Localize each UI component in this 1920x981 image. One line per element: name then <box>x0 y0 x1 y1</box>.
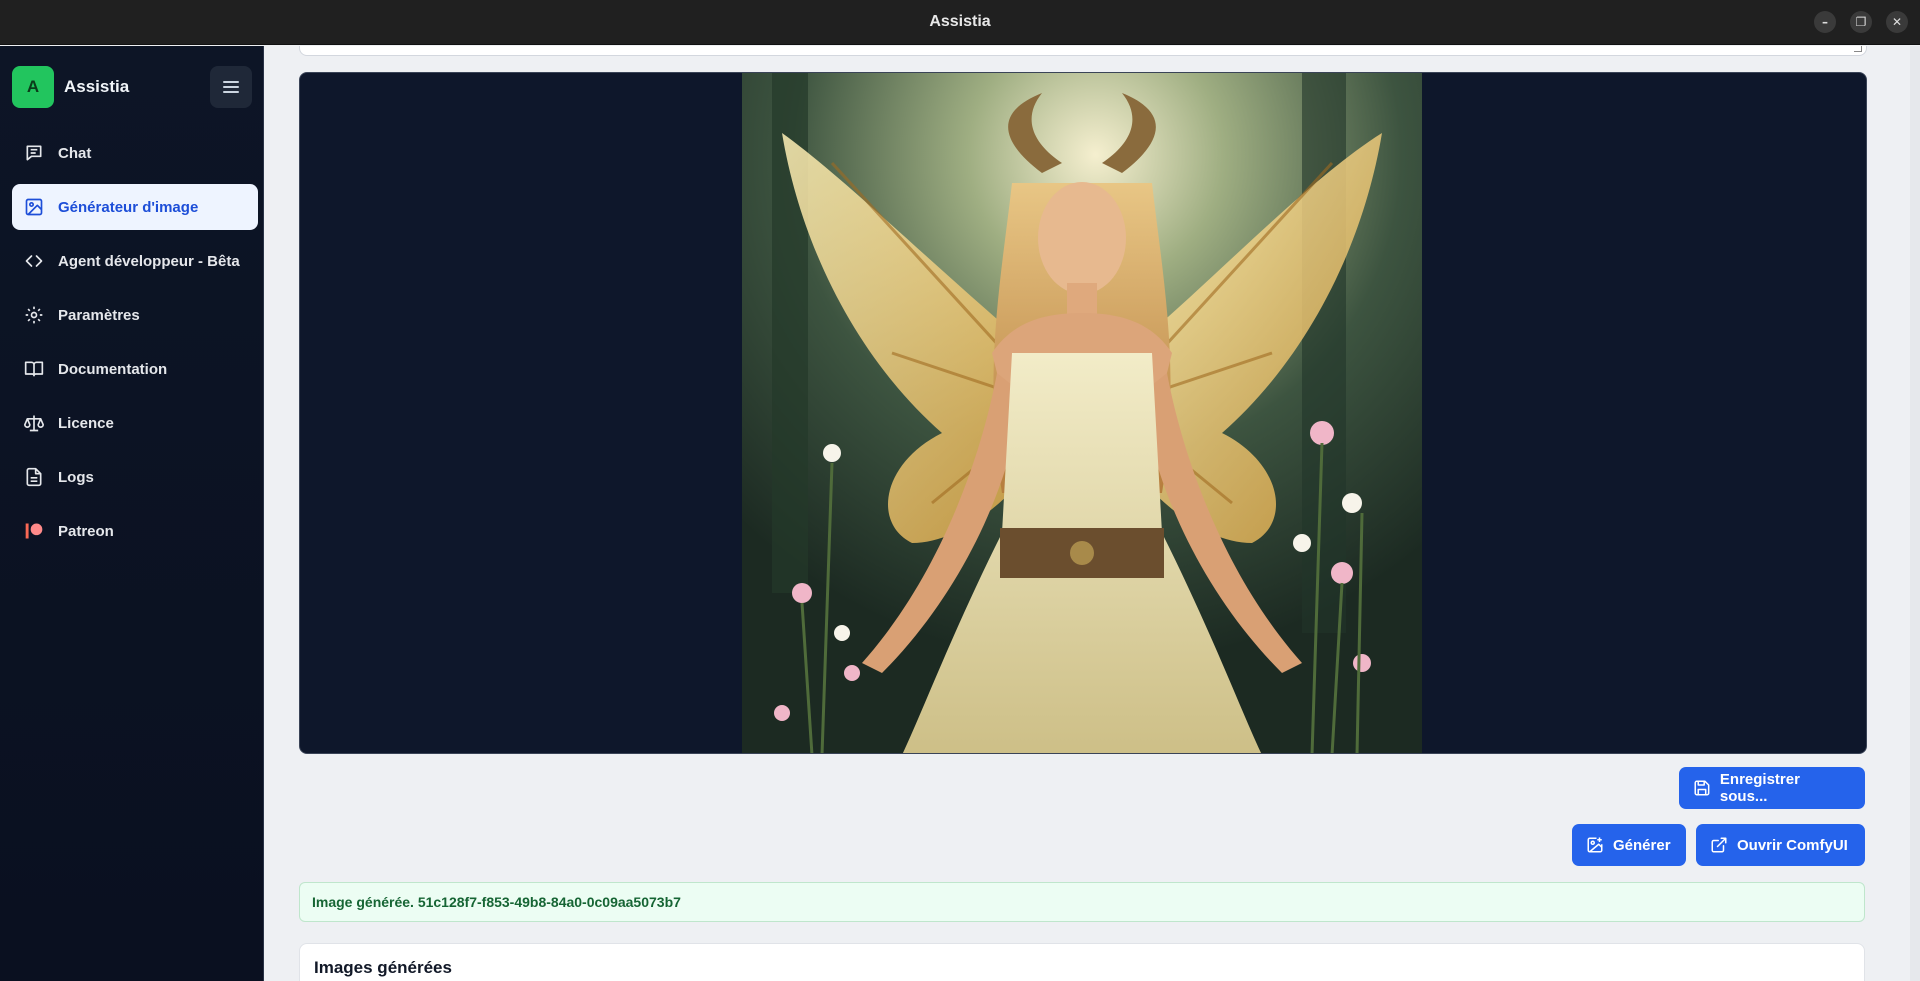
image-icon <box>25 198 43 216</box>
gear-icon <box>25 306 43 324</box>
sidebar-item-label: Documentation <box>58 360 168 378</box>
minimize-button[interactable]: – <box>1814 11 1836 33</box>
open-comfyui-button[interactable]: Ouvrir ComfyUI <box>1696 824 1865 866</box>
main-scrollbar[interactable] <box>1910 46 1920 981</box>
sidebar-item-label: Logs <box>58 468 94 486</box>
image-plus-icon <box>1587 837 1603 853</box>
sidebar-item-label: Chat <box>58 144 92 162</box>
sidebar-item-label: Agent développeur - Bêta <box>58 252 240 270</box>
close-button[interactable]: ✕ <box>1886 11 1908 33</box>
sidebar-item-logs[interactable]: Logs <box>12 454 258 500</box>
window-title: Assistia <box>929 13 991 30</box>
brand[interactable]: A Assistia <box>12 66 129 108</box>
sidebar-item-dev-agent[interactable]: Agent développeur - Bêta <box>12 238 258 284</box>
save-as-button[interactable]: Enregistrer sous... <box>1679 767 1865 809</box>
generate-button[interactable]: Générer <box>1572 824 1686 866</box>
sidebar-item-patreon[interactable]: Patreon <box>12 508 258 554</box>
sidebar-item-label: Paramètres <box>58 306 140 324</box>
book-icon <box>24 361 44 377</box>
window-titlebar: Assistia – ❐ ✕ <box>0 0 1920 45</box>
generated-image <box>742 73 1422 753</box>
patreon-icon <box>25 523 43 539</box>
sidebar: A Assistia Chat Générateur d'image Agent… <box>0 46 264 981</box>
gallery-title: Images générées <box>314 958 452 977</box>
status-text: Image générée. 51c128f7-f853-49b8-84a0-0… <box>312 894 681 910</box>
window-controls: – ❐ ✕ <box>1814 11 1908 33</box>
image-preview <box>299 72 1867 754</box>
sidebar-item-settings[interactable]: Paramètres <box>12 292 258 338</box>
sidebar-item-label: Générateur d'image <box>58 198 199 216</box>
brand-name: Assistia <box>64 77 130 96</box>
prompt-textarea[interactable] <box>299 46 1867 56</box>
sidebar-item-chat[interactable]: Chat <box>12 130 258 176</box>
save-as-label: Enregistrer sous... <box>1719 771 1800 805</box>
sidebar-item-documentation[interactable]: Documentation <box>12 346 258 392</box>
sidebar-nav: Chat Générateur d'image Agent développeu… <box>12 130 258 562</box>
code-icon <box>25 255 43 267</box>
file-text-icon <box>26 467 42 487</box>
open-comfyui-label: Ouvrir ComfyUI <box>1737 836 1848 854</box>
main-content: Enregistrer sous... Générer Ouvrir Comfy… <box>265 46 1920 981</box>
chat-icon <box>26 145 42 161</box>
menu-toggle-button[interactable] <box>210 66 252 108</box>
sidebar-item-label: Licence <box>58 414 114 432</box>
external-link-icon <box>1711 837 1727 853</box>
hamburger-icon <box>223 81 239 93</box>
resize-handle[interactable] <box>1854 46 1862 52</box>
scale-icon <box>24 415 44 432</box>
brand-logo: A <box>12 66 54 108</box>
sidebar-item-label: Patreon <box>58 522 114 540</box>
generated-images-panel: Images générées <box>299 943 1865 981</box>
status-message: Image générée. 51c128f7-f853-49b8-84a0-0… <box>299 882 1865 922</box>
save-icon <box>1694 780 1710 796</box>
sidebar-item-image-generator[interactable]: Générateur d'image <box>12 184 258 230</box>
restore-button[interactable]: ❐ <box>1850 11 1872 33</box>
sidebar-item-license[interactable]: Licence <box>12 400 258 446</box>
generate-label: Générer <box>1613 836 1671 854</box>
